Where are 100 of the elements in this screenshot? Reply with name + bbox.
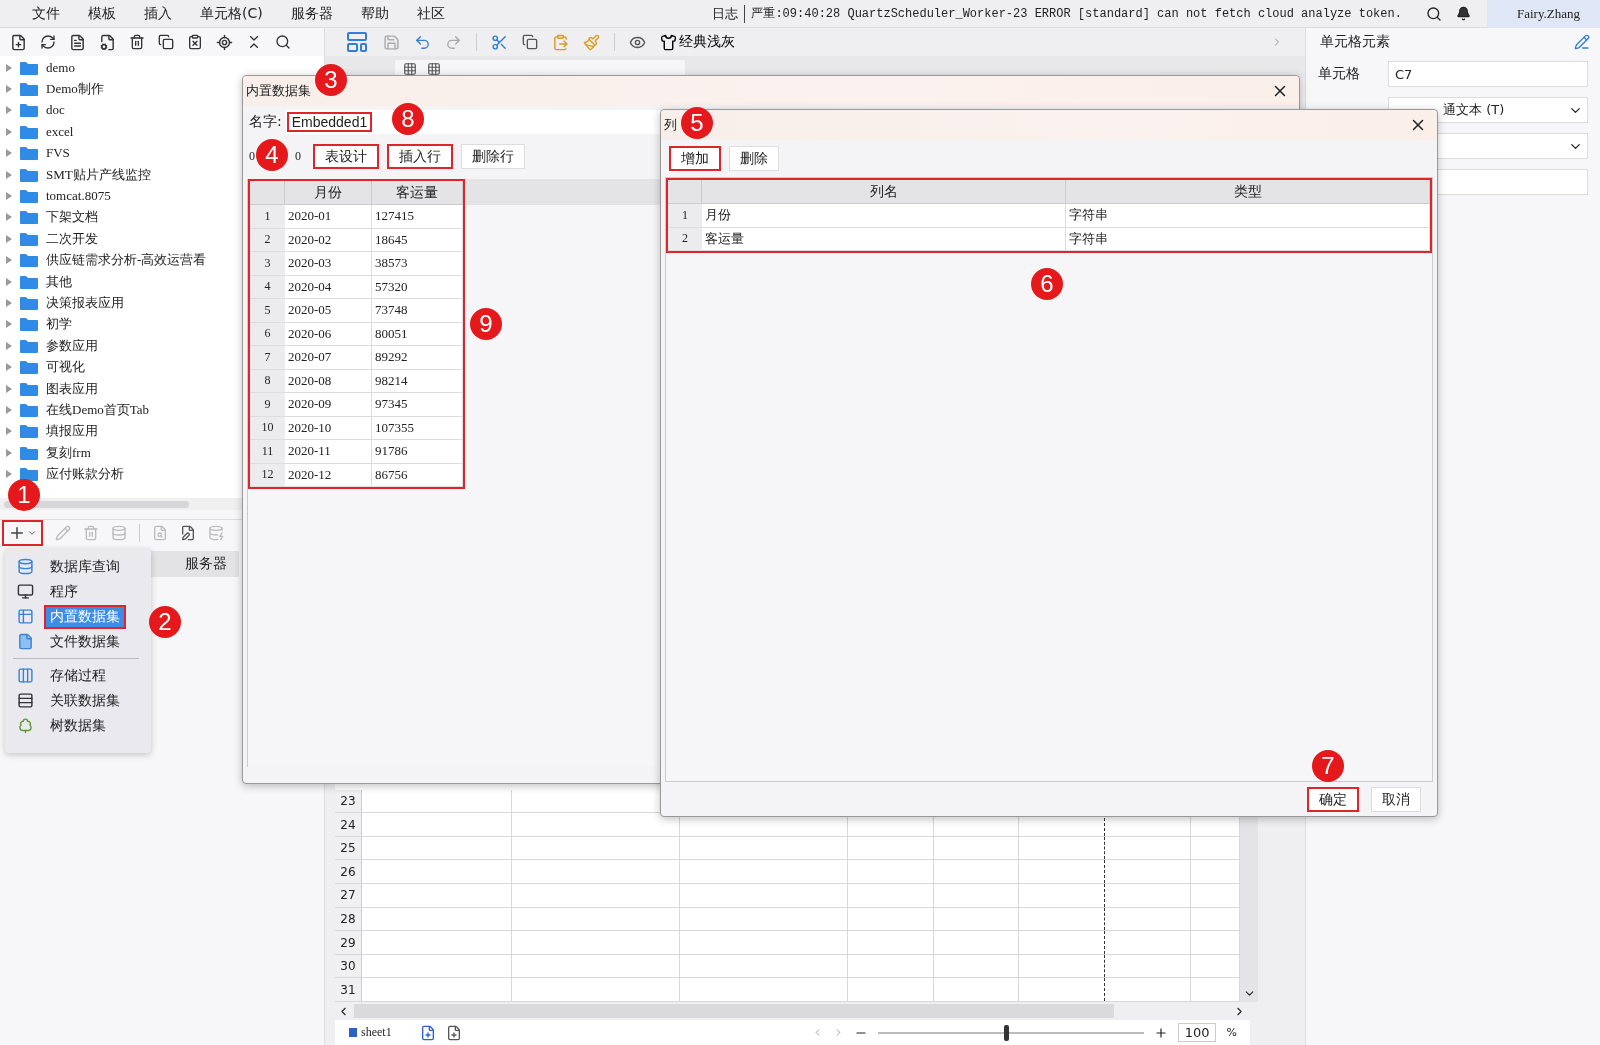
log-label[interactable]: 日志: [712, 4, 746, 23]
table-cell[interactable]: 客运量: [702, 227, 1066, 251]
sheet-tab[interactable]: sheet1: [349, 1025, 392, 1040]
redo-icon[interactable]: [445, 33, 462, 51]
expand-caret-icon[interactable]: [6, 192, 12, 201]
format-brush-icon[interactable]: [583, 33, 600, 51]
new-file-icon[interactable]: [10, 33, 27, 51]
menu-item[interactable]: 插入: [130, 4, 186, 23]
table-cell[interactable]: 2020-02: [285, 228, 372, 252]
table-cell[interactable]: 57320: [372, 275, 463, 299]
table-cell[interactable]: 73748: [372, 299, 463, 323]
table-cell[interactable]: 字符串: [1066, 227, 1430, 251]
tree-item[interactable]: 填报应用: [46, 422, 98, 441]
tree-item[interactable]: 应付账款分析: [46, 465, 124, 484]
table-cell[interactable]: 80051: [372, 322, 463, 346]
file-edit-icon[interactable]: [180, 525, 196, 541]
clipboard-icon[interactable]: [187, 34, 203, 50]
toolbar-button[interactable]: 插入行: [387, 144, 453, 169]
file-search-icon[interactable]: [152, 525, 168, 541]
menu-item[interactable]: 树数据集: [44, 713, 112, 738]
table-cell[interactable]: 2020-06: [285, 322, 372, 346]
search-icon[interactable]: [1425, 5, 1442, 22]
table-cell[interactable]: 2020-03: [285, 252, 372, 276]
table-cell[interactable]: 38573: [372, 252, 463, 276]
expand-caret-icon[interactable]: [6, 213, 12, 222]
tree-item[interactable]: 在线Demo首页Tab: [46, 400, 150, 419]
refresh-icon[interactable]: [40, 34, 56, 50]
toolbar-button[interactable]: 表设计: [313, 144, 379, 169]
expand-caret-icon[interactable]: [6, 363, 12, 372]
template-icon[interactable]: [345, 30, 369, 54]
tree-item[interactable]: FVS: [46, 145, 70, 162]
toolbar-button[interactable]: 删除: [729, 146, 779, 171]
expand-caret-icon[interactable]: [6, 320, 12, 329]
table-cell[interactable]: 91786: [372, 440, 463, 464]
tree-item[interactable]: 决策报表应用: [46, 294, 124, 312]
bell-icon[interactable]: [1455, 6, 1471, 21]
table-cell[interactable]: 2020-12: [285, 463, 372, 487]
tree-item[interactable]: SMT贴片产线监控: [46, 165, 151, 184]
save-icon[interactable]: [383, 33, 400, 51]
expand-caret-icon[interactable]: [6, 470, 12, 479]
toolbar-button[interactable]: 删除行: [461, 144, 525, 169]
zoom-in-icon[interactable]: [1153, 1025, 1168, 1040]
table-cell[interactable]: 2020-07: [285, 346, 372, 370]
menu-item[interactable]: 模板: [74, 4, 130, 23]
expand-caret-icon[interactable]: [6, 384, 12, 393]
menu-item[interactable]: 程序: [44, 579, 84, 604]
expand-caret-icon[interactable]: [6, 149, 12, 158]
expand-caret-icon[interactable]: [6, 299, 12, 307]
add-dataset-button[interactable]: [2, 520, 43, 546]
expand-caret-icon[interactable]: [6, 127, 12, 136]
expand-caret-icon[interactable]: [6, 63, 12, 72]
menu-item[interactable]: 社区: [402, 4, 459, 23]
document-icon[interactable]: [69, 33, 86, 51]
dialog-button[interactable]: 确定: [1307, 787, 1359, 812]
tree-item[interactable]: doc: [46, 102, 65, 119]
table-cell[interactable]: 2020-10: [285, 416, 372, 440]
tree-item[interactable]: demo: [46, 59, 75, 76]
menu-item[interactable]: 存储过程: [44, 663, 112, 688]
database-run-icon[interactable]: [208, 525, 224, 541]
table-cell[interactable]: 2020-04: [285, 275, 372, 299]
copy-icon[interactable]: [158, 34, 174, 50]
table-cell[interactable]: 86756: [372, 463, 463, 487]
menu-item[interactable]: 单元格(C): [186, 4, 277, 23]
edit-icon[interactable]: [1574, 34, 1590, 50]
table-cell[interactable]: 2020-08: [285, 369, 372, 393]
tree-item[interactable]: 初学: [46, 315, 72, 334]
expand-caret-icon[interactable]: [6, 106, 12, 115]
table-cell[interactable]: 2020-01: [285, 205, 372, 229]
locate-icon[interactable]: [216, 33, 233, 51]
undo-icon[interactable]: [414, 33, 431, 51]
zoom-field[interactable]: 100: [1177, 1023, 1217, 1042]
table-cell[interactable]: 97345: [372, 393, 463, 417]
table-cell[interactable]: 18645: [372, 228, 463, 252]
user-name[interactable]: Fairy.Zhang: [1486, 0, 1600, 28]
tree-item[interactable]: 二次开发: [46, 229, 98, 248]
table-cell[interactable]: 月份: [702, 204, 1066, 228]
tree-item[interactable]: Demo制作: [46, 80, 104, 99]
expand-caret-icon[interactable]: [6, 85, 12, 94]
expand-caret-icon[interactable]: [6, 170, 12, 179]
cut-icon[interactable]: [491, 33, 508, 51]
tree-item[interactable]: tomcat.8075: [46, 188, 111, 205]
table-cell[interactable]: 89292: [372, 346, 463, 370]
table-cell[interactable]: 127415: [372, 205, 463, 229]
expand-caret-icon[interactable]: [6, 341, 12, 350]
menu-item[interactable]: 服务器: [276, 4, 347, 23]
tree-item[interactable]: 图表应用: [46, 379, 98, 398]
menu-item[interactable]: 文件数据集: [44, 629, 126, 654]
copy-icon[interactable]: [522, 34, 538, 50]
expand-caret-icon[interactable]: [6, 427, 12, 436]
menu-item[interactable]: 文件: [18, 4, 74, 23]
tree-item[interactable]: 其他: [46, 272, 72, 291]
tree-item[interactable]: excel: [46, 123, 74, 140]
expand-caret-icon[interactable]: [6, 277, 12, 286]
style-button[interactable]: 经典浅灰: [660, 33, 735, 51]
expand-caret-icon[interactable]: [6, 405, 12, 414]
table-cell[interactable]: 字符串: [1066, 204, 1430, 228]
menu-item[interactable]: 帮助: [346, 4, 403, 23]
panel-tab[interactable]: 服务器: [151, 551, 239, 577]
dialog-button[interactable]: 取消: [1371, 787, 1421, 812]
add-sheet-icon[interactable]: [419, 1024, 436, 1041]
